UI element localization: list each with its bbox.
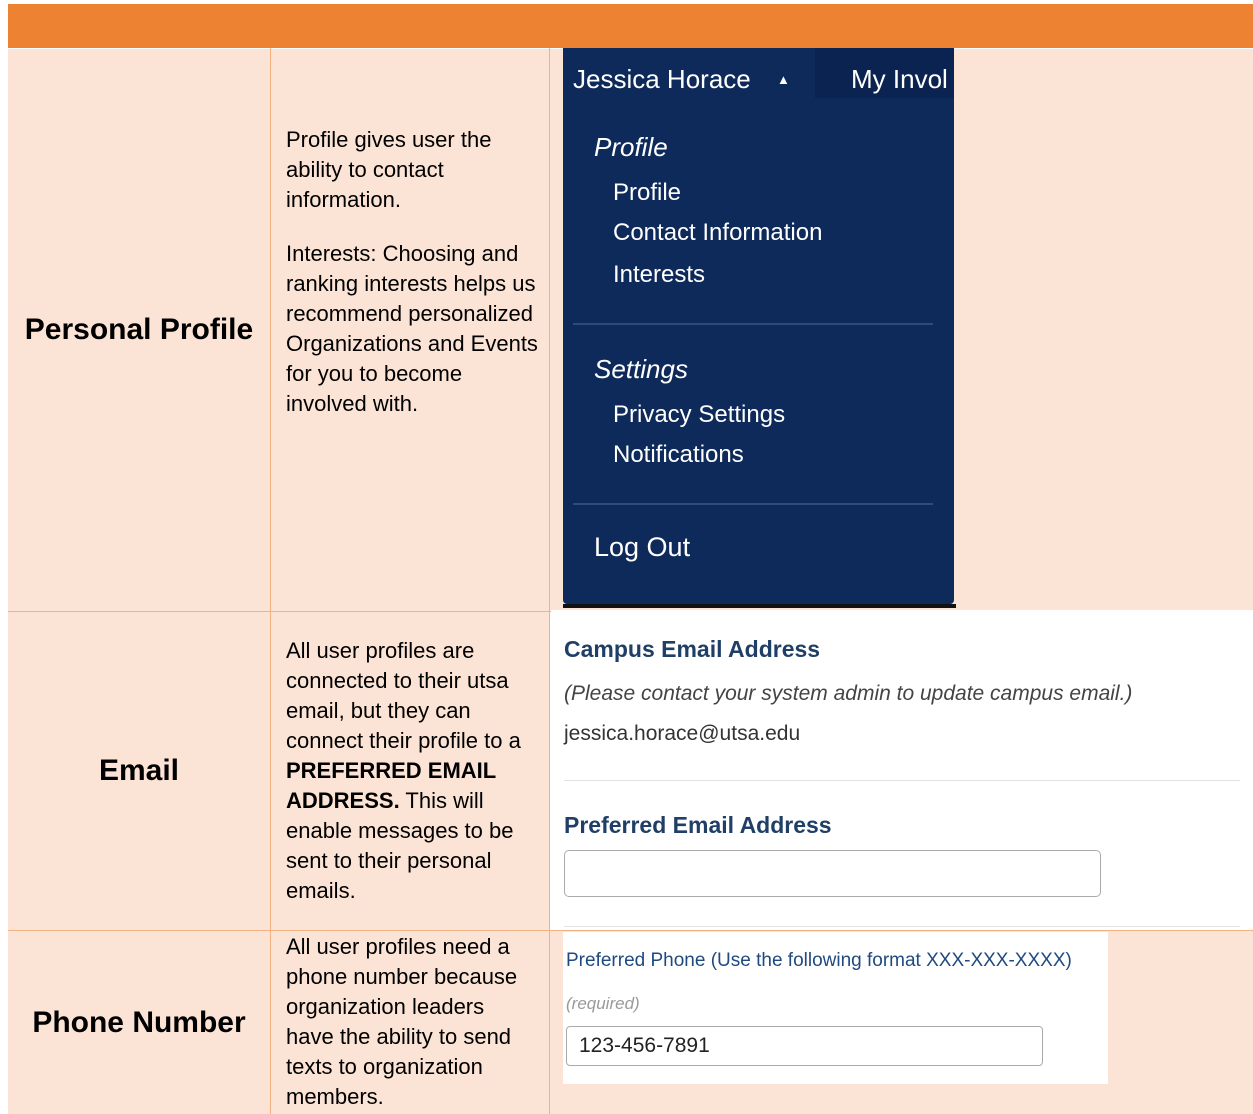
menu-item-contact-information[interactable]: Contact Information — [613, 219, 822, 247]
section-divider — [564, 780, 1240, 781]
personal-profile-desc-2: Interests: Choosing and ranking interest… — [286, 241, 538, 416]
menu-item-interests[interactable]: Interests — [613, 261, 705, 289]
campus-email-title: Campus Email Address — [564, 636, 821, 662]
menu-item-profile[interactable]: Profile — [613, 179, 681, 207]
preferred-phone-label: Preferred Phone (Use the following forma… — [566, 950, 1072, 971]
email-settings-panel: Campus Email Address (Please contact you… — [551, 610, 1253, 930]
menu-item-notifications[interactable]: Notifications — [613, 441, 744, 469]
preferred-phone-input[interactable] — [566, 1026, 1043, 1066]
menu-divider — [573, 503, 933, 505]
phone-settings-panel: Preferred Phone (Use the following forma… — [563, 932, 1108, 1084]
row-personal-profile-desc-cell: Profile gives user the ability to contac… — [271, 49, 549, 611]
grid-line — [549, 48, 550, 1114]
menu-item-log-out[interactable]: Log Out — [594, 532, 690, 563]
personal-profile-description: Profile gives user the ability to contac… — [286, 125, 541, 419]
menu-bottom-edge — [563, 604, 956, 608]
user-dropdown-menu: Jessica Horace ▲ My Invol Profile Profil… — [563, 48, 954, 604]
menu-item-privacy-settings[interactable]: Privacy Settings — [613, 401, 785, 429]
row-label-personal-profile: Personal Profile — [24, 313, 254, 346]
nav-tab-my-involvement[interactable]: My Invol — [851, 64, 948, 95]
menu-section-profile: Profile — [594, 132, 668, 162]
row-email-label-cell: Email — [8, 612, 270, 930]
row-label-phone-number: Phone Number — [32, 1005, 246, 1039]
grid-line — [8, 930, 1253, 931]
phone-desc-1: All user profiles need a phone number be… — [286, 934, 518, 1109]
section-divider — [564, 926, 1240, 927]
phone-description: All user profiles need a phone number be… — [286, 932, 526, 1112]
grid-line — [270, 48, 271, 1114]
row-label-email: Email — [98, 754, 180, 787]
menu-divider — [573, 323, 933, 325]
row-email-desc-cell: All user profiles are connected to their… — [271, 612, 549, 930]
row-phone-desc-cell: All user profiles need a phone number be… — [271, 931, 549, 1114]
preferred-email-input[interactable] — [564, 850, 1101, 897]
personal-profile-desc-1: Profile gives user the ability to contac… — [286, 127, 492, 212]
row-phone-label-cell: Phone Number — [8, 931, 270, 1114]
row-personal-profile-label-cell: Personal Profile — [8, 49, 270, 611]
table-header-bar — [8, 4, 1253, 48]
required-hint: (required) — [566, 994, 640, 1013]
caret-up-icon: ▲ — [777, 72, 790, 87]
preferred-email-title: Preferred Email Address — [564, 812, 832, 838]
menu-section-settings: Settings — [594, 354, 688, 384]
email-description: All user profiles are connected to their… — [286, 636, 531, 906]
user-name-toggle[interactable]: Jessica Horace — [573, 64, 751, 95]
email-desc-1: All user profiles are connected to their… — [286, 638, 521, 753]
campus-email-value: jessica.horace@utsa.edu — [564, 722, 801, 745]
campus-email-note: (Please contact your system admin to upd… — [564, 682, 1133, 705]
